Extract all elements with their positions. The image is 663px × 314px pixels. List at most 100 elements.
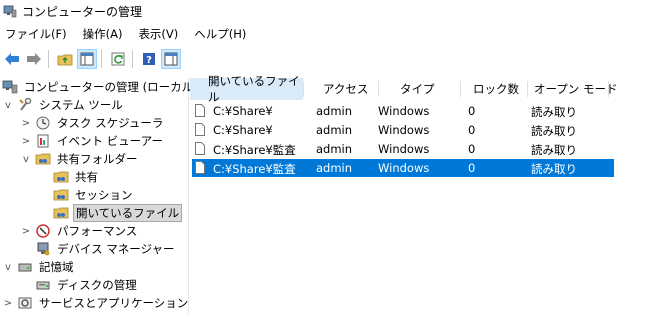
tree-item-label: パフォーマンス xyxy=(57,224,138,238)
cell-access: admin xyxy=(316,104,353,118)
shared-folder-icon xyxy=(53,169,69,185)
chevron-right-icon[interactable]: > xyxy=(20,136,32,147)
column-divider[interactable] xyxy=(460,81,461,97)
cell-type: Windows xyxy=(378,142,430,156)
column-header-open-mode[interactable]: オープン モード xyxy=(534,78,634,100)
chevron-down-icon[interactable]: v xyxy=(20,154,32,165)
tree-item-label: デバイス マネージャー xyxy=(57,242,175,256)
cell-locks: 0 xyxy=(468,123,476,137)
cell-open-mode: 読み取り xyxy=(531,162,577,176)
column-divider[interactable] xyxy=(378,81,379,97)
event-viewer-icon xyxy=(35,133,51,149)
chevron-right-icon[interactable]: > xyxy=(20,118,32,129)
cell-access: admin xyxy=(316,123,353,137)
column-header-access[interactable]: アクセス xyxy=(323,78,383,100)
title-bar: コンピューターの管理 xyxy=(0,0,663,22)
cell-open-file: C:¥Share¥ xyxy=(213,104,273,118)
tree-item-open-files[interactable]: 開いているファイル xyxy=(53,204,183,222)
open-files-list: 開いているファイル アクセス タイプ ロック数 オープン モード C:¥Shar… xyxy=(190,74,663,314)
cell-locks: 0 xyxy=(468,142,476,156)
toolbar-separator xyxy=(132,50,133,68)
tools-icon xyxy=(17,97,33,113)
chevron-down-icon[interactable]: v xyxy=(2,100,14,111)
computer-management-icon xyxy=(2,79,18,95)
column-header-type[interactable]: タイプ xyxy=(400,78,460,100)
tree-item-storage[interactable]: v 記憶域 xyxy=(2,258,76,276)
tree-item-label: タスク スケジューラ xyxy=(57,116,164,130)
forward-icon[interactable] xyxy=(24,49,44,69)
chevron-right-icon[interactable]: > xyxy=(2,298,14,309)
file-icon xyxy=(195,104,205,117)
tree-item-device-manager[interactable]: デバイス マネージャー xyxy=(35,240,177,258)
tree-item-shares[interactable]: 共有 xyxy=(53,168,100,186)
menu-action[interactable]: 操作(A) xyxy=(78,26,128,42)
tree-item-label: イベント ビューアー xyxy=(57,134,164,148)
menu-view[interactable]: 表示(V) xyxy=(133,26,183,42)
svg-text:?: ? xyxy=(146,55,152,66)
tree-item-label: 共有 xyxy=(75,170,98,184)
column-header-open-file[interactable]: 開いているファイル xyxy=(190,74,303,104)
storage-icon xyxy=(17,259,33,275)
tree-item-label: ディスクの管理 xyxy=(57,278,137,292)
column-divider[interactable] xyxy=(303,81,304,97)
disk-icon xyxy=(35,277,51,293)
computer-management-icon xyxy=(3,4,17,18)
help-icon[interactable]: ? xyxy=(139,49,159,69)
cell-access: admin xyxy=(316,142,353,156)
back-icon[interactable] xyxy=(2,49,22,69)
table-row[interactable]: C:¥Share¥ admin Windows 0 読み取り xyxy=(192,121,614,139)
refresh-icon[interactable] xyxy=(108,49,128,69)
menu-bar: ファイル(F) 操作(A) 表示(V) ヘルプ(H) xyxy=(0,24,257,44)
column-divider[interactable] xyxy=(527,81,528,97)
menu-help[interactable]: ヘルプ(H) xyxy=(189,26,251,42)
navigation-tree: コンピューターの管理 (ローカル) v システム ツール > タスク スケジュー… xyxy=(0,78,198,314)
up-folder-icon[interactable] xyxy=(55,49,75,69)
tree-item-system-tools[interactable]: v システム ツール xyxy=(2,96,125,114)
cell-open-file: C:¥Share¥監査 xyxy=(213,143,296,157)
file-icon xyxy=(195,142,205,155)
table-row-selected[interactable]: C:¥Share¥監査 admin Windows 0 読み取り xyxy=(192,159,614,177)
cell-open-mode: 読み取り xyxy=(531,143,577,157)
tree-item-label: 開いているファイル xyxy=(73,204,183,222)
tree-item-disk-management[interactable]: ディスクの管理 xyxy=(35,276,139,294)
services-icon xyxy=(17,295,33,311)
cell-type: Windows xyxy=(378,104,430,118)
show-hide-action-pane-icon[interactable] xyxy=(161,49,181,69)
device-manager-icon xyxy=(35,241,51,257)
column-divider[interactable] xyxy=(608,81,609,97)
tree-item-shared-folders[interactable]: v 共有フォルダー xyxy=(20,150,140,168)
show-hide-tree-icon[interactable] xyxy=(77,49,97,69)
tree-item-event-viewer[interactable]: > イベント ビューアー xyxy=(20,132,165,150)
tree-item-services-applications[interactable]: > サービスとアプリケーション xyxy=(2,294,190,312)
cell-locks: 0 xyxy=(468,104,476,118)
file-icon xyxy=(195,123,205,136)
column-header-locks[interactable]: ロック数 xyxy=(473,78,533,100)
toolbar-separator xyxy=(48,50,49,68)
cell-open-file: C:¥Share¥監査 xyxy=(213,162,296,176)
chevron-down-icon[interactable]: v xyxy=(2,262,14,273)
tree-item-task-scheduler[interactable]: > タスク スケジューラ xyxy=(20,114,165,132)
cell-open-file: C:¥Share¥ xyxy=(213,123,273,137)
tree-item-computer-management[interactable]: コンピューターの管理 (ローカル) xyxy=(2,78,200,96)
chevron-right-icon[interactable]: > xyxy=(20,226,32,237)
cell-type: Windows xyxy=(378,161,430,175)
tree-item-sessions[interactable]: セッション xyxy=(53,186,135,204)
cell-access: admin xyxy=(316,161,353,175)
tree-item-label: コンピューターの管理 (ローカル) xyxy=(24,80,198,94)
list-header: 開いているファイル アクセス タイプ ロック数 オープン モード xyxy=(190,74,663,104)
table-row[interactable]: C:¥Share¥ admin Windows 0 読み取り xyxy=(192,102,614,120)
tree-item-label: セッション xyxy=(75,188,133,202)
performance-icon xyxy=(35,223,51,239)
tree-item-performance[interactable]: > パフォーマンス xyxy=(20,222,139,240)
shared-folder-icon xyxy=(53,205,69,221)
menu-file[interactable]: ファイル(F) xyxy=(0,26,72,42)
cell-locks: 0 xyxy=(468,161,476,175)
file-icon xyxy=(195,161,205,174)
tree-item-label: サービスとアプリケーション xyxy=(39,296,189,310)
table-row[interactable]: C:¥Share¥監査 admin Windows 0 読み取り xyxy=(192,140,614,158)
tree-item-label: 記憶域 xyxy=(39,260,74,274)
cell-type: Windows xyxy=(378,123,430,137)
window-title: コンピューターの管理 xyxy=(22,4,143,19)
cell-open-mode: 読み取り xyxy=(531,124,577,138)
cell-open-mode: 読み取り xyxy=(531,105,577,119)
